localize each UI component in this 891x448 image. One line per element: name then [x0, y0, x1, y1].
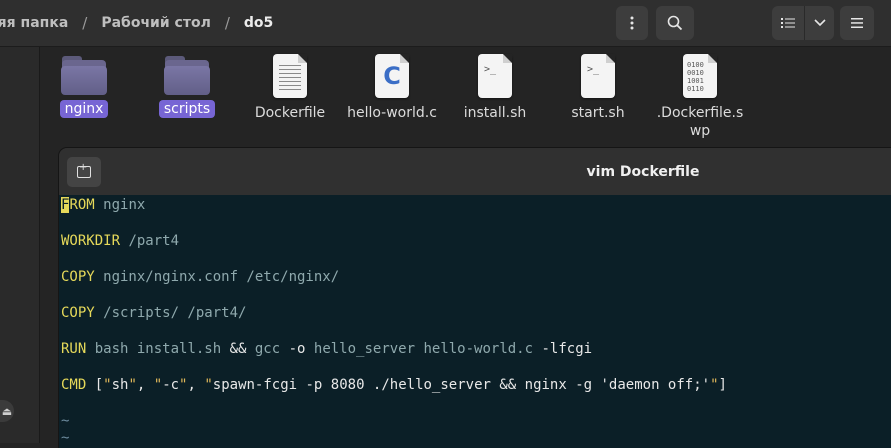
- binary-file-icon: 0100 0010 1001 0110: [683, 54, 717, 98]
- code-token: nginx: [94, 197, 146, 213]
- view-options-button[interactable]: [805, 6, 834, 40]
- code-keyword: RUN: [61, 341, 87, 357]
- header-bar: няя папка / Рабочий стол / do5: [0, 0, 891, 47]
- code-token: -lfcgi: [541, 341, 593, 357]
- text-file-icon: [273, 54, 307, 98]
- code-token: ,: [136, 377, 154, 393]
- new-tab-button[interactable]: [67, 157, 101, 187]
- breadcrumb-item-desktop[interactable]: Рабочий стол: [101, 15, 211, 31]
- code-line: CMD ["sh", "-c", "spawn-fcgi -p 8080 ./h…: [61, 375, 727, 395]
- file-name: hello-world.c: [347, 105, 437, 121]
- file-name: Dockerfile: [254, 105, 326, 121]
- main-menu-button[interactable]: [840, 6, 874, 40]
- file-item-install-sh[interactable]: >_ install.sh: [445, 54, 545, 122]
- code-token: hello_server hello-world.c: [305, 341, 542, 357]
- file-name: start.sh: [571, 105, 625, 121]
- code-line: RUN bash install.sh && gcc -o hello_serv…: [61, 339, 592, 359]
- terminal-title: vim Dockerfile: [586, 163, 700, 180]
- breadcrumb: няя папка / Рабочий стол / do5: [0, 0, 600, 46]
- file-name: .Dockerfile.swp: [656, 105, 744, 139]
- code-token: &&: [229, 341, 247, 357]
- hamburger-menu-icon: [851, 18, 863, 28]
- c-source-icon: C: [375, 54, 409, 98]
- list-view-button[interactable]: [772, 6, 804, 40]
- empty-line-marker: ~: [61, 430, 70, 446]
- code-token: bash install.sh: [86, 341, 230, 357]
- kebab-menu-icon: [630, 16, 634, 30]
- shell-script-icon: >_: [581, 54, 615, 98]
- code-token: ]: [718, 377, 727, 393]
- folder-icon: [163, 54, 211, 96]
- code-token: /scripts/ /part4/: [94, 305, 247, 321]
- chevron-down-icon: [813, 19, 826, 27]
- file-name: nginx: [59, 100, 109, 118]
- file-name: install.sh: [463, 105, 527, 121]
- terminal-header: vim Dockerfile: [59, 148, 891, 195]
- file-item-hello-world-c[interactable]: C hello-world.c: [342, 54, 442, 122]
- code-token: ": [128, 377, 137, 393]
- terminal-window[interactable]: vim Dockerfile FROM nginx WORKDIR /part4…: [59, 148, 891, 448]
- code-token: [: [86, 377, 104, 393]
- code-line: COPY nginx/nginx.conf /etc/nginx/: [61, 267, 339, 287]
- code-token: ": [204, 377, 213, 393]
- vim-editor[interactable]: FROM nginx WORKDIR /part4 COPY nginx/ngi…: [59, 195, 891, 448]
- file-item-start-sh[interactable]: >_ start.sh: [548, 54, 648, 122]
- code-keyword: COPY: [61, 305, 95, 321]
- search-button[interactable]: [656, 6, 694, 40]
- shell-script-icon: >_: [478, 54, 512, 98]
- file-item-nginx[interactable]: nginx: [34, 54, 134, 118]
- view-toggle-group: [772, 6, 834, 40]
- new-tab-icon: [77, 162, 91, 178]
- code-token: gcc: [246, 341, 289, 357]
- file-item-scripts[interactable]: scripts: [137, 54, 237, 118]
- code-token: ": [153, 377, 163, 393]
- code-token: sh: [111, 377, 129, 393]
- code-token: spawn-fcgi -p 8080 ./hello_server && ngi…: [212, 377, 711, 393]
- folder-icon: [60, 54, 108, 96]
- breadcrumb-item-current[interactable]: do5: [244, 15, 273, 31]
- code-token: nginx/nginx.conf /etc/nginx/: [94, 269, 340, 285]
- code-token: -c: [162, 377, 180, 393]
- code-line: WORKDIR /part4: [61, 231, 179, 251]
- code-keyword: FROM: [61, 197, 95, 213]
- code-keyword: WORKDIR: [61, 233, 121, 249]
- file-item-dockerfile-swp[interactable]: 0100 0010 1001 0110 .Dockerfile.swp: [650, 54, 750, 140]
- code-line: COPY /scripts/ /part4/: [61, 303, 246, 323]
- search-icon: [667, 15, 683, 31]
- code-token: /part4: [120, 233, 180, 249]
- code-token: ,: [187, 377, 205, 393]
- code-keyword: CMD: [61, 377, 87, 393]
- kebab-menu-button[interactable]: [616, 6, 648, 40]
- code-token: -o: [288, 341, 306, 357]
- breadcrumb-separator: /: [82, 14, 88, 32]
- file-item-dockerfile[interactable]: Dockerfile: [240, 54, 340, 122]
- breadcrumb-item-home[interactable]: няя папка: [0, 15, 68, 31]
- breadcrumb-separator: /: [224, 14, 230, 32]
- file-name: scripts: [158, 100, 216, 118]
- code-keyword: COPY: [61, 269, 95, 285]
- code-line: FROM nginx: [61, 195, 145, 215]
- code-token: ": [710, 377, 719, 393]
- list-view-icon: [781, 18, 795, 28]
- text-cursor: F: [61, 197, 70, 213]
- code-token: ": [103, 377, 112, 393]
